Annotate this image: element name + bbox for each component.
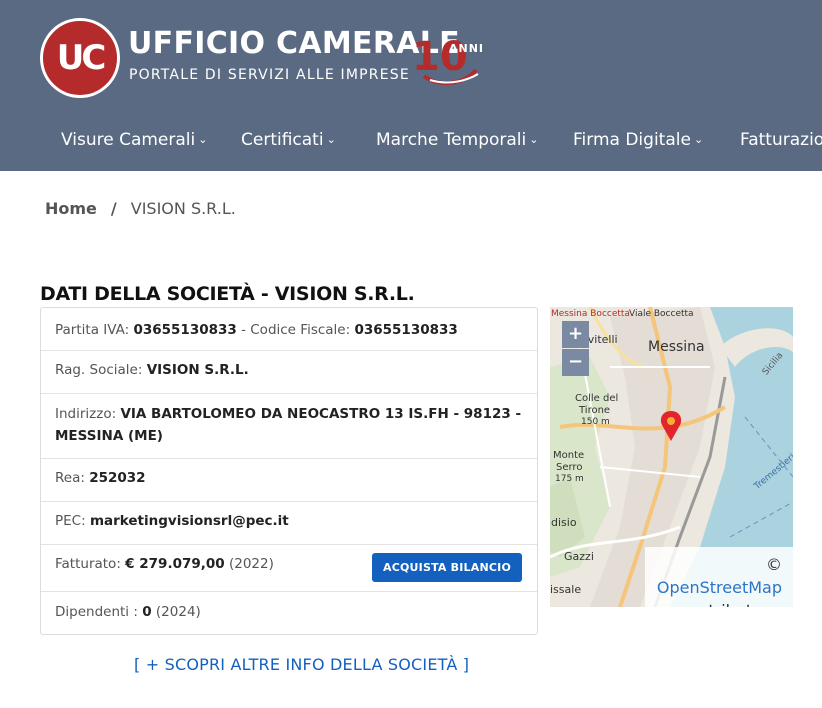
- row-rea: Rea: 252032: [41, 459, 537, 502]
- row-fatturato: Fatturato: € 279.079,00 (2022) ACQUISTA …: [41, 545, 537, 592]
- breadcrumb-home[interactable]: Home: [45, 199, 97, 218]
- map-attribution: © OpenStreetMap contributors.: [645, 547, 793, 607]
- map-label-viale-boccetta: Viale Boccetta: [629, 309, 694, 319]
- attribution-contributors: contributors.: [645, 599, 782, 607]
- addr-label: Indirizzo:: [55, 406, 117, 422]
- fatt-value: € 279.079,00: [125, 556, 225, 572]
- nav-label: Marche Temporali: [376, 130, 527, 150]
- map-label-monte: Monte: [553, 450, 585, 461]
- rag-label: Rag. Sociale:: [55, 362, 143, 378]
- map-label-colle: Colle del: [575, 393, 619, 404]
- chevron-down-icon: ⌄: [693, 133, 704, 146]
- anni-text: ANNI: [449, 42, 485, 55]
- nav-label: Fatturazione: [740, 130, 822, 150]
- map-label-serro-altitude: 175 m: [555, 474, 584, 484]
- piva-value: 03655130833: [133, 322, 237, 338]
- nav-certificati[interactable]: Certificati ⌄: [241, 130, 336, 150]
- breadcrumb-separator: /: [110, 199, 117, 218]
- breadcrumb-current: VISION S.R.L.: [130, 199, 236, 218]
- buy-balance-button[interactable]: ACQUISTA BILANCIO: [372, 553, 522, 582]
- nav-label: Visure Camerali: [61, 130, 196, 150]
- map-label-messina-boccetta: Messina Boccetta: [551, 309, 630, 319]
- fatt-year: (2022): [228, 556, 274, 572]
- anni-number: 10: [412, 34, 468, 80]
- map-label-disio: disio: [551, 516, 577, 529]
- uc-logo[interactable]: UC: [40, 18, 120, 98]
- ten-years-logo: 10: [412, 34, 479, 86]
- zoom-out-button[interactable]: −: [562, 349, 589, 376]
- fatt-label: Fatturato:: [55, 556, 121, 572]
- addr-line1: VIA BARTOLOMEO DA NEOCASTRO 13 IS.FH - 9…: [120, 406, 522, 422]
- row-dipendenti: Dipendenti : 0 (2024): [41, 592, 537, 634]
- location-map[interactable]: Messina Gravitelli Viale Boccetta Messin…: [550, 307, 793, 607]
- dip-value: 0: [142, 604, 152, 620]
- site-header: UC UFFICIO CAMERALE PORTALE DI SERVIZI A…: [0, 0, 822, 171]
- nav-firma-digitale[interactable]: Firma Digitale ⌄: [573, 130, 703, 150]
- nav-visure-camerali[interactable]: Visure Camerali ⌄: [61, 130, 207, 150]
- map-label-messina: Messina: [648, 339, 705, 355]
- dip-label: Dipendenti :: [55, 604, 138, 620]
- row-indirizzo: Indirizzo: VIA BARTOLOMEO DA NEOCASTRO 1…: [41, 394, 537, 459]
- map-label-serro: Serro: [556, 462, 583, 473]
- rea-value: 252032: [89, 470, 146, 486]
- chevron-down-icon: ⌄: [529, 133, 539, 146]
- nav-label: Certificati: [241, 130, 324, 150]
- breadcrumb: Home / VISION S.R.L.: [45, 199, 236, 218]
- zoom-in-button[interactable]: +: [562, 321, 589, 348]
- chevron-down-icon: ⌄: [326, 133, 336, 146]
- map-label-issale: issale: [550, 583, 582, 596]
- cf-label: - Codice Fiscale:: [241, 322, 351, 338]
- main-nav: Visure Camerali ⌄ Certificati ⌄ Marche Tem…: [0, 118, 822, 164]
- row-pec: PEC: marketingvisionsrl@pec.it: [41, 502, 537, 545]
- pec-label: PEC:: [55, 513, 86, 529]
- openstreetmap-link[interactable]: OpenStreetMap: [657, 578, 782, 597]
- map-label-gazzi: Gazzi: [564, 550, 594, 563]
- map-label-tirone-altitude: 150 m: [581, 417, 610, 427]
- rag-value: VISION S.R.L.: [146, 362, 249, 378]
- addr-line2: MESSINA (ME): [55, 428, 163, 444]
- company-info-card: Partita IVA: 03655130833 - Codice Fiscal…: [40, 307, 538, 635]
- piva-label: Partita IVA:: [55, 322, 130, 338]
- nav-marche-temporali[interactable]: Marche Temporali ⌄: [376, 130, 538, 150]
- dip-year: (2024): [155, 604, 201, 620]
- row-partita-iva: Partita IVA: 03655130833 - Codice Fiscal…: [41, 308, 537, 351]
- copyright-icon: ©: [766, 555, 782, 574]
- nav-label: Firma Digitale: [573, 130, 691, 150]
- map-label-tirone: Tirone: [579, 405, 611, 416]
- pec-value: marketingvisionsrl@pec.it: [89, 513, 289, 529]
- logo-text: UC: [56, 38, 107, 78]
- site-subtitle: PORTALE DI SERVIZI ALLE IMPRESE: [129, 67, 410, 83]
- page-title: DATI DELLA SOCIETÀ - VISION S.R.L.: [40, 283, 415, 305]
- row-ragione-sociale: Rag. Sociale: VISION S.R.L.: [41, 351, 537, 394]
- more-info-link[interactable]: [ + SCOPRI ALTRE INFO DELLA SOCIETÀ ]: [134, 655, 469, 674]
- rea-label: Rea:: [55, 470, 85, 486]
- nav-fatturazione[interactable]: Fatturazione: [740, 130, 822, 150]
- cf-value: 03655130833: [354, 322, 458, 338]
- chevron-down-icon: ⌄: [198, 133, 208, 146]
